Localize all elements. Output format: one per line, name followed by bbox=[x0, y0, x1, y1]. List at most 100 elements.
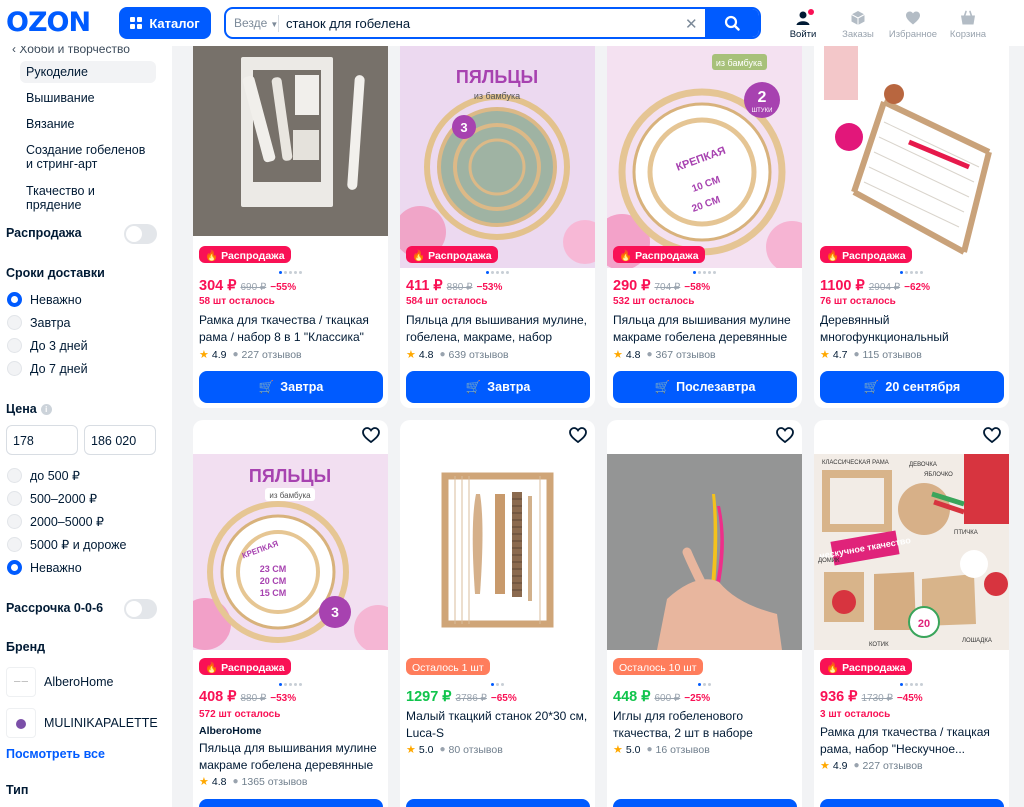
product-title[interactable]: Пяльца для вышивания мулине макраме гобе… bbox=[199, 740, 383, 774]
ozon-logo[interactable]: OZON bbox=[6, 7, 91, 38]
product-title[interactable]: Рамка для ткачества / ткацкая рама / наб… bbox=[199, 312, 383, 346]
add-to-cart-button[interactable] bbox=[820, 799, 1004, 807]
orders-button[interactable]: Заказы bbox=[833, 10, 883, 40]
product-image[interactable]: из бамбука 2 ШТУКИ КРЕПКАЯ 10 СМ 20 СМ bbox=[607, 42, 802, 268]
price-row: 1297 ₽3786 ₽ −65% bbox=[406, 689, 517, 705]
category-embroidery[interactable]: Вышивание bbox=[20, 87, 156, 109]
old-price: 704 ₽ bbox=[654, 282, 681, 293]
product-card[interactable]: КЛАССИЧЕСКАЯ РАМА ДЕВОЧКА ЯБЛОЧКО ПТИЧКА… bbox=[814, 420, 1009, 807]
see-all-brands-link[interactable]: Посмотреть все bbox=[6, 747, 105, 761]
product-card[interactable]: Осталось 1 шт 1297 ₽3786 ₽ −65% Малый тка… bbox=[400, 420, 595, 807]
price-option-500[interactable]: до 500 ₽ bbox=[7, 468, 80, 483]
add-to-cart-button[interactable]: 🛒 20 сентября bbox=[820, 371, 1004, 403]
search-scope-select[interactable]: Везде ▼ bbox=[234, 16, 278, 30]
sale-toggle[interactable] bbox=[124, 224, 157, 244]
radio-icon bbox=[7, 468, 22, 483]
product-image[interactable]: КЛАССИЧЕСКАЯ РАМА ДЕВОЧКА ЯБЛОЧКО ПТИЧКА… bbox=[814, 454, 1009, 650]
delivery-option-any[interactable]: Неважно bbox=[7, 292, 82, 307]
category-knitting[interactable]: Вязание bbox=[20, 113, 156, 135]
thumb-title: ПЯЛЬЦЫ bbox=[456, 67, 538, 87]
thumb-bamboo: из бамбука bbox=[716, 58, 762, 68]
current-price: 290 ₽ bbox=[613, 278, 651, 294]
fire-icon: 🔥 bbox=[412, 250, 426, 262]
sale-filter-label: Распродажа bbox=[6, 226, 82, 240]
seller-name[interactable]: AlberoHome bbox=[199, 725, 261, 737]
category-weaving[interactable]: Ткачество и прядение bbox=[20, 180, 156, 216]
thumb-label-apple: ЯБЛОЧКО bbox=[924, 472, 953, 478]
brand-mulinikapalette[interactable]: MULINIKAPALETTE bbox=[6, 708, 158, 738]
cart-icon: 🛒 bbox=[654, 379, 671, 394]
product-title[interactable]: Иглы для гобеленового ткачества, 2 шт в … bbox=[613, 708, 797, 742]
price-from-input[interactable]: 178 bbox=[6, 425, 78, 455]
add-to-cart-button[interactable]: 🛒 Завтра bbox=[406, 371, 590, 403]
delivery-option-tomorrow[interactable]: Завтра bbox=[7, 315, 71, 330]
reviews-count[interactable]: 639 отзывов bbox=[449, 349, 509, 361]
reviews-count[interactable]: 227 отзывов bbox=[242, 349, 302, 361]
price-option-5000[interactable]: 5000 ₽ и дороже bbox=[7, 537, 126, 552]
reviews-count[interactable]: 115 отзывов bbox=[863, 349, 922, 361]
price-row: 290 ₽704 ₽ −58% bbox=[613, 278, 710, 294]
cart-button[interactable]: Корзина bbox=[943, 10, 993, 40]
badge-label: Распродажа bbox=[221, 249, 285, 262]
product-image[interactable] bbox=[814, 42, 1009, 268]
price-to-input[interactable]: 186 020 bbox=[84, 425, 156, 455]
search-icon bbox=[724, 15, 740, 31]
product-image[interactable] bbox=[607, 454, 802, 650]
current-price: 1100 ₽ bbox=[820, 278, 865, 294]
option-label: До 7 дней bbox=[30, 361, 88, 376]
catalog-button[interactable]: Каталог bbox=[119, 7, 211, 39]
info-icon[interactable]: i bbox=[40, 404, 52, 415]
price-option-any[interactable]: Неважно bbox=[7, 560, 82, 575]
price-option-2000-5000[interactable]: 2000–5000 ₽ bbox=[7, 514, 104, 529]
category-tapestry[interactable]: Создание гобеленов и стринг-арт bbox=[20, 139, 156, 175]
product-image[interactable] bbox=[193, 45, 388, 236]
add-to-cart-button[interactable] bbox=[406, 799, 590, 807]
delivery-option-3days[interactable]: До 3 дней bbox=[7, 338, 88, 353]
product-image[interactable]: ПЯЛЬЦЫ из бамбука 3 bbox=[400, 42, 595, 268]
reviews-count[interactable]: 16 отзывов bbox=[656, 744, 710, 756]
product-card[interactable]: из бамбука 2 ШТУКИ КРЕПКАЯ 10 СМ 20 СМ 🔥… bbox=[607, 28, 802, 408]
favorite-button[interactable] bbox=[362, 427, 380, 446]
product-title[interactable]: Рамка для ткачества / ткацкая рама, набо… bbox=[820, 724, 1004, 758]
star-icon: ★ bbox=[613, 349, 623, 361]
product-title[interactable]: Малый ткацкий станок 20*30 см, Luca-S bbox=[406, 708, 590, 742]
clear-search-icon[interactable]: ✕ bbox=[685, 15, 698, 33]
installment-toggle[interactable] bbox=[124, 599, 157, 619]
add-to-cart-button[interactable]: 🛒 Послезавтра bbox=[613, 371, 797, 403]
product-image[interactable]: ПЯЛЬЦЫ из бамбука КРЕПКАЯ 23 СМ 20 СМ 15… bbox=[193, 454, 388, 650]
delivery-option-7days[interactable]: До 7 дней bbox=[7, 361, 88, 376]
login-button[interactable]: Войти bbox=[778, 9, 828, 40]
image-dots bbox=[400, 271, 595, 274]
search-button[interactable] bbox=[705, 9, 759, 37]
product-card[interactable]: ПЯЛЬЦЫ из бамбука КРЕПКАЯ 23 СМ 20 СМ 15… bbox=[193, 420, 388, 807]
product-title[interactable]: Пяльца для вышивания мулине, гобелена, м… bbox=[406, 312, 590, 346]
category-needlework[interactable]: Рукоделие bbox=[20, 61, 156, 83]
price-option-500-2000[interactable]: 500–2000 ₽ bbox=[7, 491, 97, 506]
favorite-button[interactable] bbox=[569, 427, 587, 446]
add-to-cart-button[interactable] bbox=[613, 799, 797, 807]
search-input[interactable] bbox=[286, 9, 676, 37]
product-card[interactable]: 🔥 Распродажа 1100 ₽2904 ₽ −62% 76 шт остал… bbox=[814, 28, 1009, 408]
product-card[interactable]: ПЯЛЬЦЫ из бамбука 3 🔥 Распродажа 411 ₽880… bbox=[400, 28, 595, 408]
product-image[interactable] bbox=[400, 454, 595, 650]
favorite-button[interactable] bbox=[776, 427, 794, 446]
reviews-count[interactable]: 1365 отзывов bbox=[242, 776, 308, 788]
cart-icon bbox=[961, 10, 975, 25]
add-to-cart-button[interactable] bbox=[199, 799, 383, 807]
brand-alberohome[interactable]: —·— AlberoHome bbox=[6, 667, 113, 697]
favorites-button[interactable]: Избранное bbox=[888, 10, 938, 40]
rating: ★ 4.8 ● 639 отзывов bbox=[406, 348, 509, 362]
reviews-count[interactable]: 80 отзывов bbox=[449, 744, 503, 756]
product-card[interactable]: Осталось 10 шт 448 ₽600 ₽ −25% Иглы для г… bbox=[607, 420, 802, 807]
thumb-subtitle: из бамбука bbox=[474, 91, 520, 101]
product-card[interactable]: 🔥 Распродажа 304 ₽690 ₽ −55% 58 шт осталос… bbox=[193, 28, 388, 408]
old-price: 1730 ₽ bbox=[861, 693, 893, 704]
add-to-cart-button[interactable]: 🛒 Завтра bbox=[199, 371, 383, 403]
reviews-count[interactable]: 227 отзывов bbox=[863, 760, 923, 772]
search-divider bbox=[278, 15, 279, 32]
product-title[interactable]: Пяльца для вышивания мулине макраме гобе… bbox=[613, 312, 797, 346]
brand-label: MULINIKAPALETTE bbox=[44, 716, 158, 730]
product-title[interactable]: Деревянный многофункциональный ткацкий..… bbox=[820, 312, 1004, 346]
reviews-count[interactable]: 367 отзывов bbox=[656, 349, 716, 361]
favorite-button[interactable] bbox=[983, 427, 1001, 446]
